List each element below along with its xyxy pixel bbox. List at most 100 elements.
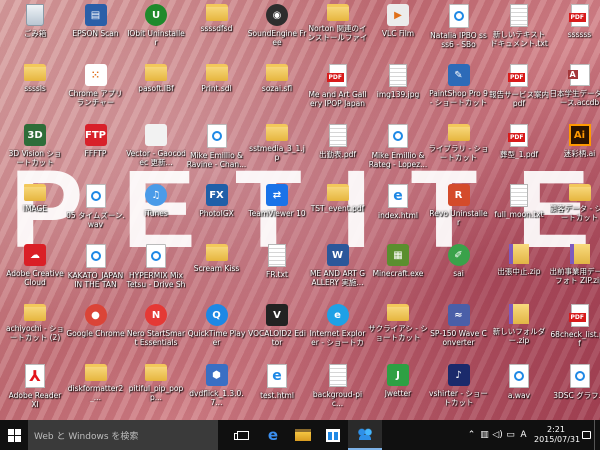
start-button[interactable] [0, 420, 28, 450]
3d-vision-icon: 3D [24, 124, 46, 146]
desktop-icon[interactable]: ▦ Minecraft.exe [367, 242, 429, 304]
desktop-icon[interactable]: Mike Emillio & Rateg - Lopez... [367, 122, 429, 184]
desktop-icon[interactable]: 出張中止.zip [488, 242, 550, 304]
desktop-icon[interactable]: 葬型_1.pdf [488, 122, 550, 184]
desktop-icon[interactable]: Print.sdl [186, 62, 248, 124]
file-explorer-icon [295, 429, 311, 441]
desktop-icon[interactable]: 68check_list.pdf [549, 302, 600, 364]
desktop-icon[interactable]: ✎ PaintShop Pro 9 - ショートカット [428, 62, 490, 124]
desktop-icon-label: index.html [378, 211, 418, 220]
desktop-icon[interactable]: pasoft.lBf [125, 62, 187, 124]
desktop-icon[interactable]: pitiful_pip_popp... [125, 362, 187, 420]
desktop-icon[interactable]: FR.txt [246, 242, 308, 304]
desktop-icon-label: Natalia IPBO ssss6 - SBo [430, 31, 487, 49]
desktop-icon[interactable]: U IObit Uninstaller [125, 2, 187, 64]
desktop-icon[interactable]: V VOCALOID2 Editor [246, 302, 308, 364]
desktop-icon[interactable]: ⇄ TeamViewer 10 [246, 182, 308, 244]
desktop-icon[interactable]: ライブラリ - ショートカット [428, 122, 490, 184]
desktop-icon[interactable]: ▶ VLC Film [367, 2, 429, 64]
desktop-icon[interactable]: sozai.sfl [246, 62, 308, 124]
desktop-icon[interactable]: FX PhotoIGX [186, 182, 248, 244]
desktop-icon[interactable]: ごみ箱 [4, 2, 66, 64]
desktop-icon[interactable]: N Nero StartSmart Essentials [125, 302, 187, 364]
desktop-icon[interactable]: Natalia IPBO ssss6 - SBo [428, 2, 490, 64]
desktop-icon[interactable]: 日本学生データベース.accdb [549, 62, 600, 124]
desktop-icon-label: 新しいテキスト ドキュメント.txt [490, 30, 548, 48]
desktop-icon[interactable]: 顧客データ - ショートカット [549, 182, 600, 244]
search-box[interactable]: Web と Windows を検索 [28, 420, 218, 450]
desktop-icon[interactable]: sstmedia_3_1.jp [246, 122, 308, 184]
desktop-icon[interactable]: ssssss [549, 2, 600, 64]
desktop-icon[interactable]: IMAGE [4, 182, 66, 244]
desktop-icon-label: sozai.sfl [261, 84, 293, 93]
recycle-bin-icon [26, 4, 44, 26]
desktop-icon[interactable]: ● Google Chrome [65, 302, 127, 364]
store-taskbar-button[interactable] [318, 420, 348, 450]
action-center-button[interactable] [578, 420, 594, 450]
sai-app-icon: ✐ [447, 244, 470, 266]
battery-icon[interactable]: ▭ [504, 430, 517, 440]
text-file-icon [510, 184, 528, 207]
desktop-icon[interactable]: img139.jpg [367, 62, 429, 124]
clock[interactable]: 2:21 2015/07/31 [534, 425, 580, 445]
desktop-icon[interactable]: ⬢ dvdflick_1.3.0.7... [186, 362, 248, 420]
desktop-icon[interactable]: Norton 関連のイ ンストールファイル [307, 2, 369, 64]
desktop-icon[interactable]: Vector - Gaocodec 更新... [125, 122, 187, 184]
desktop-icon[interactable]: FTP FFFTP [65, 122, 127, 184]
desktop-icon[interactable]: ✐ sai [428, 242, 490, 304]
desktop-icon[interactable]: ssssls [4, 62, 66, 124]
creative-cloud-icon: ☁ [24, 244, 46, 266]
desktop-icon[interactable]: 報告サービス案内 pdf [488, 62, 550, 124]
edge-taskbar-button[interactable]: e [258, 420, 288, 450]
desktop-icon[interactable]: ≈ SP-150 Wave Converter [428, 302, 490, 364]
desktop-icon-label: ME AND ART GALLERY 実施... [309, 269, 366, 287]
chevron-up-icon[interactable]: ⌃ [465, 430, 478, 440]
desktop[interactable]: P E T I T E ごみ箱 ▤ EPSON Scan U IObit Uninsta… [0, 0, 600, 420]
desktop-icon[interactable]: W ME AND ART GALLERY 実施... [307, 242, 369, 304]
desktop-icon[interactable]: ◉ SoundEngine Free [246, 2, 308, 64]
desktop-icon[interactable]: 05 タイムズーン.wav [65, 182, 127, 244]
desktop-icon[interactable]: KAKATO_JAPAN IN THE TAN [65, 242, 127, 304]
desktop-icon[interactable]: 新しいフォルダー.zip [488, 302, 550, 364]
desktop-icon[interactable]: Mike Emillio & Ravine - Chan... [186, 122, 248, 184]
network-icon[interactable]: ▥ [478, 430, 491, 440]
file-explorer-taskbar-button[interactable] [288, 420, 318, 450]
app-taskbar-button[interactable] [348, 420, 382, 450]
desktop-icon[interactable]: ▤ EPSON Scan [65, 2, 127, 64]
desktop-icon[interactable]: 3D 3D Vision ショートカット [4, 122, 66, 184]
desktop-icon[interactable]: ♫ iTunes [125, 182, 187, 244]
desktop-icon[interactable]: ♪ vshirter - ショートカット [428, 362, 490, 420]
desktop-icon[interactable]: ☁ Adobe Creative Cloud [4, 242, 66, 304]
desktop-icon[interactable]: e test.html [246, 362, 308, 420]
volume-icon[interactable]: ◁) [491, 430, 504, 440]
desktop-icon[interactable]: サクライアシ - ショートカット [367, 302, 429, 364]
ime-indicator[interactable]: A [517, 430, 530, 440]
desktop-icon[interactable]: achiyochi - ショートカット (2) [4, 302, 66, 364]
desktop-icon[interactable]: backgroud-pic... [307, 362, 369, 420]
desktop-icon[interactable]: 3DSC グラフ... [549, 362, 600, 420]
desktop-icon[interactable]: a.wav [488, 362, 550, 420]
desktop-icon[interactable]: diskformatter2_... [65, 362, 127, 420]
desktop-icon[interactable]: e index.html [367, 182, 429, 244]
desktop-icon-label: IMAGE [22, 204, 48, 213]
desktop-icon[interactable]: J Jwetter [367, 362, 429, 420]
desktop-icon[interactable]: full_moon.txt [488, 182, 550, 244]
folder-icon [387, 304, 409, 321]
desktop-icon[interactable]: 出勤表.pdf [307, 122, 369, 184]
desktop-icon-label: FFFTP [84, 149, 107, 158]
desktop-icon[interactable]: 出前事業用データフォト ZIP.zip [549, 242, 600, 304]
desktop-icon[interactable]: 新しいテキスト ドキュメント.txt [488, 2, 550, 64]
show-desktop-button[interactable] [594, 420, 600, 450]
task-view-button[interactable] [228, 420, 258, 450]
desktop-icon[interactable]: ⁙ Chrome アプリ ランチャー [65, 62, 127, 124]
desktop-icon[interactable]: R Revo Uninstaller [428, 182, 490, 244]
desktop-icon[interactable]: ⅄ Adobe Reader XI [4, 362, 66, 420]
desktop-icon[interactable]: Me and Art Gallery IPOP Japan voice... [307, 62, 369, 124]
desktop-icon[interactable]: Ai 迷彩柄.ai [549, 122, 600, 184]
desktop-icon[interactable]: HYPERMIX Mix Tetsu - Drive Sho... [125, 242, 187, 304]
desktop-icon[interactable]: TST_event.pdf [307, 182, 369, 244]
desktop-icon[interactable]: Scream Kiss [186, 242, 248, 304]
desktop-icon[interactable]: e Internet Explorer - ショートカット [307, 302, 369, 364]
desktop-icon[interactable]: ssssdfsd [186, 2, 248, 64]
desktop-icon[interactable]: Q QuickTime Player [186, 302, 248, 364]
